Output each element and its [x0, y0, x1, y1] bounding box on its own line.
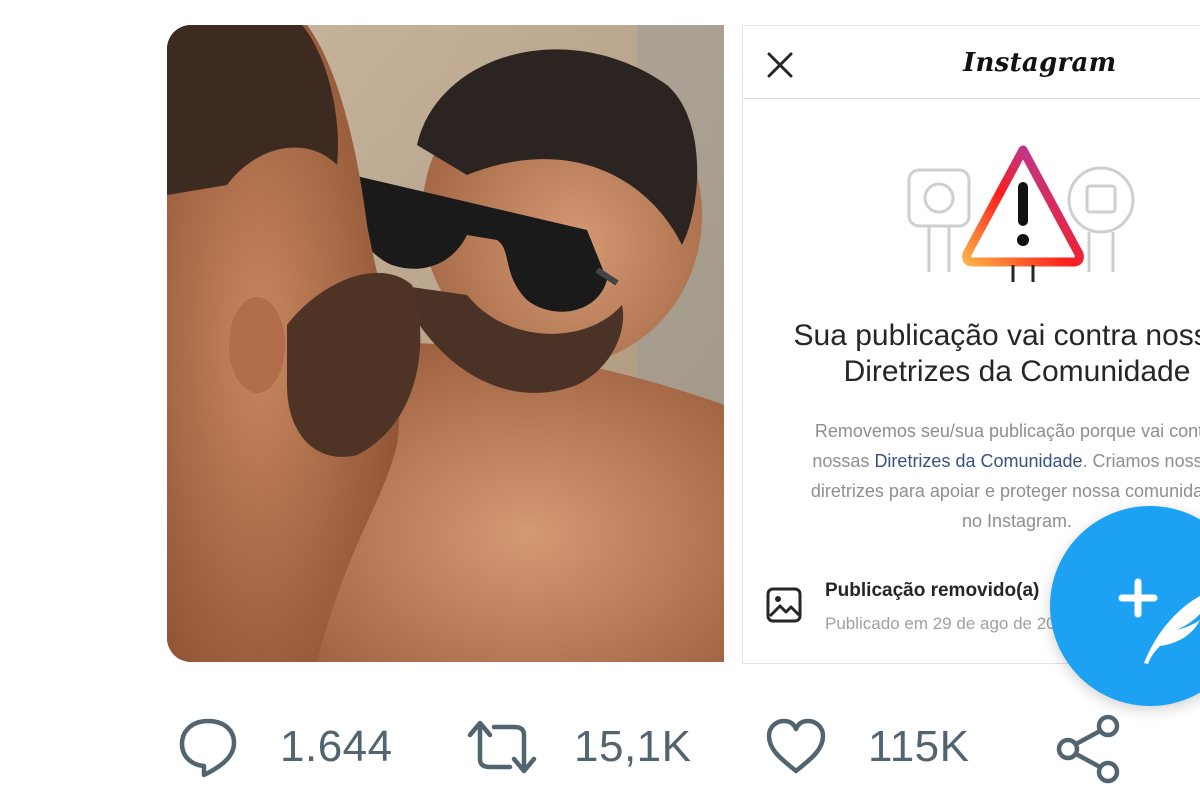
retweet-icon	[467, 720, 537, 774]
reply-count: 1.644	[280, 722, 393, 771]
compose-tweet-icon	[1118, 578, 1200, 664]
tweet-action-bar: 1.644 15,1K 115K	[0, 700, 1200, 800]
close-icon[interactable]	[765, 50, 795, 80]
like-count: 115K	[868, 722, 970, 771]
community-guidelines-link[interactable]: Diretrizes da Comunidade	[874, 451, 1082, 471]
instagram-header: Instagram	[743, 26, 1200, 99]
retweet-count: 15,1K	[574, 722, 692, 771]
reply-button[interactable]: 1.644	[176, 712, 393, 782]
warning-icon	[907, 145, 1135, 282]
share-button[interactable]	[1054, 714, 1124, 784]
heart-icon	[766, 718, 826, 774]
removed-post-date: Publicado em 29 de ago de 2021	[825, 614, 1075, 633]
violation-headline: Sua publicação vai contra nossas Diretri…	[793, 319, 1200, 388]
instagram-logo: Instagram	[963, 48, 1117, 78]
retweet-button[interactable]: 15,1K	[466, 712, 691, 782]
share-icon	[1056, 714, 1120, 784]
photo-image	[167, 25, 724, 662]
image-icon	[766, 587, 802, 623]
tweet-photo[interactable]	[167, 25, 724, 662]
reply-icon	[179, 718, 237, 778]
removed-post-title: Publicação removido(a)	[825, 580, 1040, 601]
like-button[interactable]: 115K	[764, 712, 970, 782]
